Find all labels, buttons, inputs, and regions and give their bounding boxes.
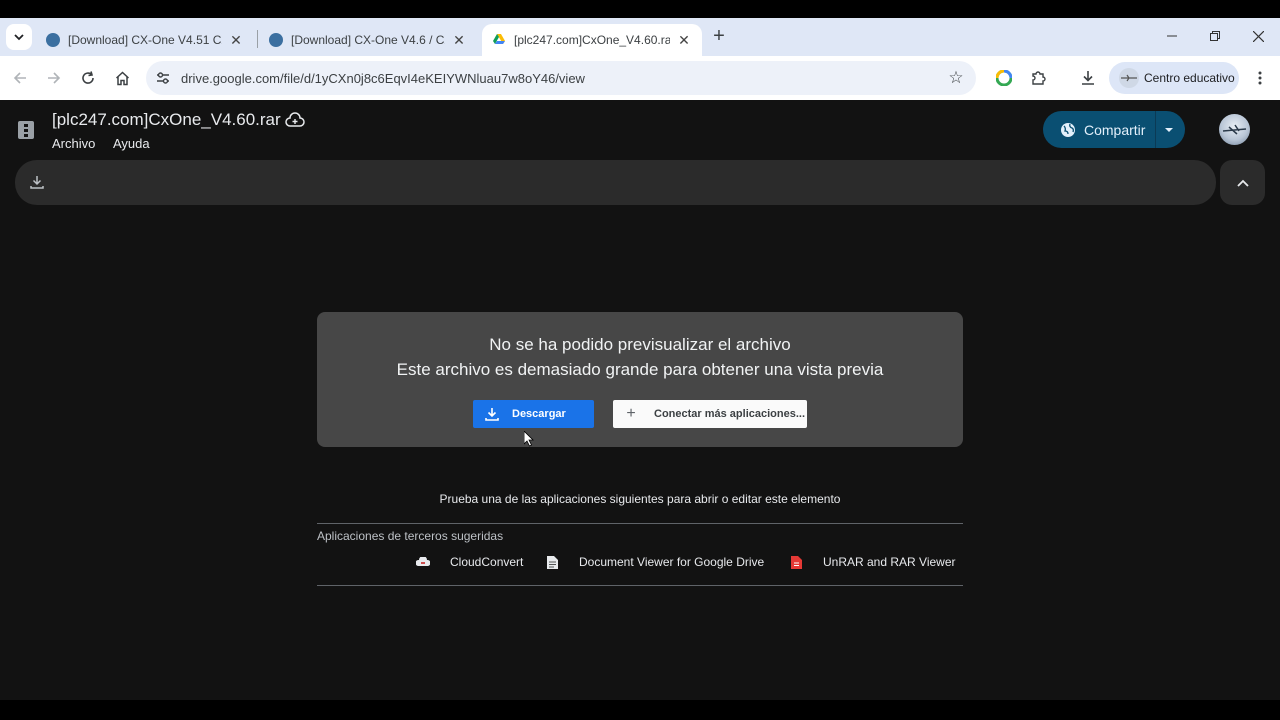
suggested-apps-title: Aplicaciones de terceros sugeridas bbox=[317, 529, 504, 543]
app-document-viewer[interactable]: Document Viewer for Google Drive bbox=[545, 555, 764, 569]
restore-button[interactable] bbox=[1200, 24, 1230, 48]
avatar-image-icon bbox=[1222, 124, 1247, 135]
tune-icon bbox=[157, 72, 169, 84]
browser-menu-button[interactable] bbox=[1248, 66, 1272, 90]
globe-icon bbox=[1061, 122, 1075, 137]
viewer-toolbar bbox=[15, 160, 1216, 205]
divider bbox=[317, 523, 963, 524]
no-preview-title: No se ha podido previsualizar el archivo bbox=[489, 335, 791, 354]
tab-title: [Download] CX-One V4.6 / CX-P bbox=[291, 33, 445, 47]
back-button[interactable] bbox=[8, 66, 32, 90]
chrome-extension-icon bbox=[996, 70, 1012, 86]
puzzle-icon bbox=[1032, 71, 1046, 85]
menu-ayuda[interactable]: Ayuda bbox=[113, 136, 150, 151]
letterbox-top bbox=[0, 0, 1280, 18]
download-icon bbox=[1082, 71, 1094, 85]
document-viewer-icon bbox=[545, 555, 559, 569]
tab-strip: [Download] CX-One V4.51 CX-P ✕ [Download… bbox=[0, 18, 1280, 56]
browser-window: [Download] CX-One V4.51 CX-P ✕ [Download… bbox=[0, 18, 1280, 700]
close-icon[interactable]: ✕ bbox=[228, 32, 244, 49]
unrar-icon bbox=[789, 555, 803, 569]
add-to-drive-icon[interactable] bbox=[285, 112, 305, 130]
minimize-icon bbox=[1167, 35, 1177, 37]
file-name: [plc247.com]CxOne_V4.60.rar bbox=[52, 110, 281, 129]
caret-down-icon[interactable] bbox=[1163, 124, 1175, 136]
address-bar[interactable]: drive.google.com/file/d/1yCXn0j8c6EqvI4e… bbox=[146, 61, 976, 95]
tab-title: [plc247.com]CxOne_V4.60.rar - bbox=[514, 33, 670, 47]
tab-search-button[interactable] bbox=[6, 24, 32, 50]
tab-title: [Download] CX-One V4.51 CX-P bbox=[68, 33, 222, 47]
app-cloudconvert[interactable]: CloudConvert bbox=[416, 555, 523, 569]
home-button[interactable] bbox=[110, 66, 134, 90]
kebab-menu-icon bbox=[1258, 71, 1262, 85]
no-preview-subtitle: Este archivo es demasiado grande para ob… bbox=[396, 360, 884, 379]
download-label: Descargar bbox=[512, 408, 566, 420]
restore-icon bbox=[1210, 31, 1220, 41]
connect-apps-button[interactable]: + Conectar más aplicaciones... bbox=[613, 400, 807, 428]
arrow-right-icon bbox=[48, 72, 61, 84]
bookmark-star-icon[interactable]: ☆ bbox=[946, 68, 966, 88]
tab-cxone-451[interactable]: [Download] CX-One V4.51 CX-P ✕ bbox=[36, 24, 254, 56]
letterbox-bottom bbox=[0, 700, 1280, 720]
plus-icon: + bbox=[626, 405, 636, 422]
app-unrar[interactable]: UnRAR and RAR Viewer bbox=[789, 555, 956, 569]
share-button[interactable]: Compartir bbox=[1043, 111, 1185, 148]
connect-apps-label: Conectar más aplicaciones... bbox=[654, 408, 806, 420]
app-name: CloudConvert bbox=[450, 555, 524, 569]
mouse-cursor-icon bbox=[524, 431, 534, 447]
tab-cxone-46[interactable]: [Download] CX-One V4.6 / CX-P ✕ bbox=[259, 24, 477, 56]
chevron-down-icon bbox=[14, 34, 24, 41]
new-tab-button[interactable]: + bbox=[708, 26, 730, 48]
app-name: UnRAR and RAR Viewer bbox=[823, 555, 956, 569]
tab-drive-file[interactable]: [plc247.com]CxOne_V4.60.rar - ✕ bbox=[482, 24, 702, 56]
close-window-button[interactable] bbox=[1243, 24, 1273, 48]
apps-prompt: Prueba una de las aplicaciones siguiente… bbox=[439, 492, 841, 506]
extension-colorful-button[interactable] bbox=[992, 66, 1016, 90]
globe-favicon-icon bbox=[269, 33, 283, 47]
collapse-toolbar-button[interactable] bbox=[1220, 160, 1265, 205]
download-icon bbox=[485, 408, 499, 421]
profile-chip[interactable]: Centro educativo bbox=[1109, 62, 1239, 94]
minimize-button[interactable] bbox=[1157, 24, 1187, 48]
profile-label: Centro educativo bbox=[1144, 71, 1235, 85]
site-info-button[interactable] bbox=[154, 69, 172, 87]
download-button[interactable]: Descargar bbox=[473, 400, 594, 428]
share-divider bbox=[1155, 111, 1156, 148]
home-icon bbox=[115, 70, 129, 85]
drive-viewer: [plc247.com]CxOne_V4.60.rar Archivo Ayud… bbox=[0, 100, 1280, 700]
chevron-up-icon bbox=[1236, 179, 1249, 187]
reload-icon bbox=[82, 71, 94, 84]
close-icon[interactable]: ✕ bbox=[676, 32, 692, 49]
no-preview-dialog: No se ha podido previsualizar el archivo… bbox=[317, 312, 963, 447]
tab-divider bbox=[257, 30, 258, 48]
archive-file-icon bbox=[18, 121, 34, 139]
browser-toolbar: drive.google.com/file/d/1yCXn0j8c6EqvI4e… bbox=[0, 56, 1280, 100]
close-icon[interactable]: ✕ bbox=[451, 32, 467, 49]
share-label: Compartir bbox=[1084, 121, 1146, 138]
divider bbox=[317, 585, 963, 586]
cloudconvert-icon bbox=[416, 555, 430, 569]
profile-avatar-icon bbox=[1119, 68, 1139, 88]
url-text: drive.google.com/file/d/1yCXn0j8c6EqvI4e… bbox=[181, 71, 585, 86]
extensions-button[interactable] bbox=[1026, 66, 1050, 90]
menu-archivo[interactable]: Archivo bbox=[52, 136, 95, 151]
reload-button[interactable] bbox=[76, 66, 100, 90]
google-drive-icon bbox=[493, 34, 505, 44]
forward-button[interactable] bbox=[42, 66, 66, 90]
arrow-left-icon bbox=[13, 72, 26, 84]
close-icon bbox=[1252, 30, 1264, 42]
globe-favicon-icon bbox=[46, 33, 60, 47]
account-avatar[interactable] bbox=[1219, 114, 1250, 145]
downloads-button[interactable] bbox=[1076, 66, 1100, 90]
download-icon[interactable] bbox=[28, 173, 46, 191]
app-name: Document Viewer for Google Drive bbox=[579, 555, 765, 569]
